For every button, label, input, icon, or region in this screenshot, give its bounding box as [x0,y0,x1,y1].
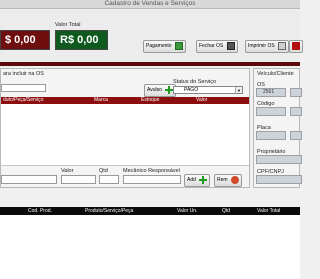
pagamento-button[interactable]: Pagamento [143,40,186,53]
proprietario-field[interactable] [256,155,302,164]
vehicle-title: Veículo/Cliente [257,71,294,77]
placa-extra-field [290,131,302,140]
col-estoque: Estoque [141,97,160,103]
window-title: Cadastro de Vendas e Serviços [0,0,300,9]
money-icon [174,41,183,50]
rem-button[interactable]: Rem [214,174,242,187]
fechar-os-button[interactable]: Fechar OS [196,40,238,53]
divider-bar [0,62,300,66]
fechar-os-label: Fechar OS [199,43,224,49]
imprimir-os-button[interactable]: Imprimir OS [245,40,290,53]
status-select[interactable]: PAGO ▼ [173,86,243,94]
items-panel: ara incluir na OS Avulso Status do Servi… [0,68,250,188]
items-panel-title: ara incluir na OS [3,71,44,77]
items-table-header: duto/Peça/Serviço Marca Estoque Valor [1,97,249,104]
col-produto: duto/Peça/Serviço [3,97,44,103]
qtd-field[interactable] [99,175,119,184]
items-table-body[interactable] [1,104,249,166]
codigo-extra-field [290,107,302,116]
avulso-button[interactable]: Avulso [144,84,177,97]
chevron-down-icon: ▼ [235,87,242,93]
col-cod-prod: Cod. Prod. [28,208,52,214]
cpf-field[interactable] [256,175,302,184]
save-icon [226,41,235,50]
mecanico-field[interactable] [123,175,181,184]
total-label: Valor Total [55,22,81,28]
valor-field[interactable] [61,175,96,184]
col-valor-un: Valor Un. [177,208,198,214]
subtotal-display: $ 0,00 [0,30,50,50]
product-field[interactable] [1,175,57,184]
search-input[interactable] [1,84,46,92]
status-value: PAGO [184,87,199,93]
col-valor: Valor [196,97,208,103]
add-button[interactable]: Add [184,174,211,187]
col-produto-servico: Produto/Serviço/Peça [85,208,134,214]
plus-icon [199,175,208,184]
pagamento-label: Pagamento [146,43,172,49]
col-marca: Marca [94,97,108,103]
imprimir-os-label: Imprimir OS [248,43,275,49]
col-valor-total: Valor Total [257,208,281,214]
extra-button[interactable] [289,40,303,53]
placa-field[interactable] [256,131,286,140]
printer-icon [278,41,287,50]
os-extra-field [290,88,302,97]
mecanico-label: Mecânico Responsável [123,168,180,174]
os-items-table-body[interactable] [0,215,300,279]
summary-toolbar: $ 0,00 Valor Total R$ 0,00 Pagamento Fec… [0,10,303,62]
col-qtd: Qtd [222,208,231,214]
avulso-label: Avulso [147,87,162,93]
exit-icon [292,41,300,50]
os-field: 2561 [256,88,286,97]
qtd-label: Qtd [99,168,108,174]
codigo-field[interactable] [256,107,286,116]
remove-icon [230,175,239,184]
rem-label: Rem [217,177,228,183]
vehicle-panel: Veículo/Cliente OS 2561 Código Placa Pro… [253,68,302,188]
valor-label: Valor [61,168,74,174]
add-label: Add [187,177,196,183]
os-items-table-header: Cod. Prod. Produto/Serviço/Peça Valor Un… [0,207,300,215]
total-display: R$ 0,00 [55,30,108,50]
status-label: Status do Serviço [173,79,217,85]
